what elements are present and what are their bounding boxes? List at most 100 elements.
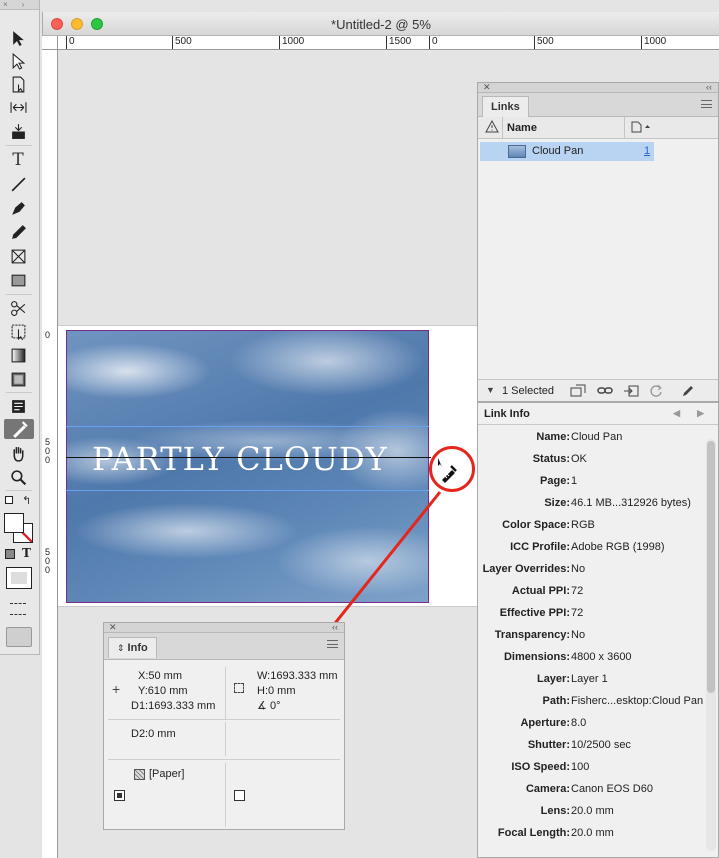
link-info-key: Status: [532,453,570,465]
link-info-row: Focal Length: 20.0 mm [478,827,708,843]
link-info-row: Layer Overrides: No [478,563,708,579]
collapse-panel-icon[interactable]: ‹‹ [706,83,712,92]
link-info-row: Effective PPI: 72 [478,607,708,623]
x-position: X:50 mm [138,670,183,682]
angle-value: 0° [270,700,281,712]
link-info-value: Fisherc...esktop:Cloud Pan [571,695,704,707]
link-info-row: Transparency: No [478,629,708,645]
info-divider [225,763,226,827]
link-info-key: Shutter: [527,739,570,751]
info-divider [108,759,340,760]
link-info-key: Effective PPI: [499,607,570,619]
link-info-key: Camera: [525,783,570,795]
link-info-value: 1 [571,475,578,487]
close-panel-icon[interactable]: ✕ [483,83,491,92]
link-info-value: 8.0 [571,717,587,729]
link-thumbnail [508,145,526,158]
info-divider [225,722,226,756]
stroke-icon [234,790,245,801]
link-info-row: ICC Profile: Adobe RGB (1998) [478,541,708,557]
previous-link-icon[interactable]: ◀ [673,408,680,419]
link-info-row: Layer: Layer 1 [478,673,708,689]
link-info-value: RGB [571,519,595,531]
height-value: H:0 mm [257,685,296,697]
tab-links[interactable]: Links [482,96,529,117]
link-info-key: Focal Length: [497,827,570,839]
close-panel-icon[interactable]: ✕ [109,623,117,632]
link-info-key: ICC Profile: [510,541,570,553]
link-info-row: Camera: Canon EOS D60 [478,783,708,799]
link-info-row: Status: OK [478,453,708,469]
info-tab-bar: ⇕ Info [104,633,344,660]
update-link-icon[interactable] [649,384,663,400]
distance-d1: D1:1693.333 mm [131,700,216,712]
links-column-header: Name [478,117,718,139]
link-info-value: 72 [571,607,584,619]
info-panel-header: ✕ ‹‹ [104,623,344,633]
link-info-row: Path: Fisherc...esktop:Cloud Pan [478,695,708,711]
link-info-value: Layer 1 [571,673,608,685]
fill-value: [Paper] [149,768,185,780]
name-column-header[interactable]: Name [507,122,537,134]
link-info-value: 46.1 MB...312926 bytes) [571,497,691,509]
link-info-key: Path: [542,695,571,707]
link-info-value: 100 [571,761,590,773]
link-info-row: Size: 46.1 MB...312926 bytes) [478,497,708,513]
link-info-row: Dimensions: 4800 x 3600 [478,651,708,667]
tab-expand-icon: ⇕ [117,643,125,653]
link-info-value: Cloud Pan [571,431,623,443]
link-info-key: ISO Speed: [511,761,570,773]
info-panel: ✕ ‹‹ ⇕ Info + X:50 mm Y:610 mm D1:1693.33… [103,622,345,830]
link-info-value: Adobe RGB (1998) [571,541,665,553]
link-info-value: 4800 x 3600 [571,651,632,663]
relink-icon[interactable] [597,384,613,400]
link-info-row: Actual PPI: 72 [478,585,708,601]
crosshair-icon: + [112,681,121,697]
link-info-key: Page: [540,475,570,487]
y-position: Y:610 mm [138,685,188,697]
warning-column-icon[interactable] [485,119,499,136]
page-column-icon[interactable] [631,121,651,136]
link-info-value: No [571,629,586,641]
link-info-row: Aperture: 8.0 [478,717,708,733]
panel-menu-icon[interactable] [701,100,712,108]
link-info-key: Size: [544,497,570,509]
link-info-value: 20.0 mm [571,805,614,817]
link-row[interactable]: Cloud Pan 1 [480,142,654,161]
next-link-icon[interactable]: ▶ [697,408,704,419]
link-info-value: 72 [571,585,584,597]
link-page-number[interactable]: 1 [644,145,650,157]
scrollbar-thumb[interactable] [707,441,715,693]
fill-icon [114,790,125,801]
links-panel: ✕ ‹‹ Links Name Cloud Pan 1 ▼ 1 Selected [477,82,719,402]
link-info-key: Lens: [540,805,570,817]
link-info-row: Shutter: 10/2500 sec [478,739,708,755]
tab-info[interactable]: ⇕ Info [108,637,157,658]
go-to-link-icon[interactable] [623,384,639,400]
link-info-key: Layer Overrides: [482,563,570,575]
link-info-scrollbar[interactable] [706,439,716,851]
links-tab-bar: Links [478,93,718,117]
links-footer: ▼ 1 Selected [478,379,718,401]
link-info-row: ISO Speed: 100 [478,761,708,777]
link-info-row: Name: Cloud Pan [478,431,708,447]
angle-icon: ∡ [257,700,267,712]
link-info-value: Canon EOS D60 [571,783,653,795]
link-info-value: No [571,563,586,575]
relink-cc-icon[interactable] [570,384,586,400]
paper-swatch-icon [134,769,145,780]
link-info-key: Aperture: [520,717,570,729]
selected-count: 1 Selected [502,385,554,397]
width-value: W:1693.333 mm [257,670,338,682]
collapse-panel-icon[interactable]: ‹‹ [332,623,338,632]
link-info-value: 10/2500 sec [571,739,631,751]
panel-menu-icon[interactable] [327,640,338,648]
link-info-title: Link Info [484,408,530,420]
link-info-key: Name: [536,431,570,443]
link-info-row: Color Space: RGB [478,519,708,535]
info-divider [108,719,340,720]
link-info-panel: Link Info ◀ ▶ Name: Cloud Pan Status: OK Pag… [477,402,719,858]
edit-original-icon[interactable] [682,384,695,400]
disclosure-triangle-icon[interactable]: ▼ [486,385,495,395]
links-panel-header: ✕ ‹‹ [478,83,718,93]
